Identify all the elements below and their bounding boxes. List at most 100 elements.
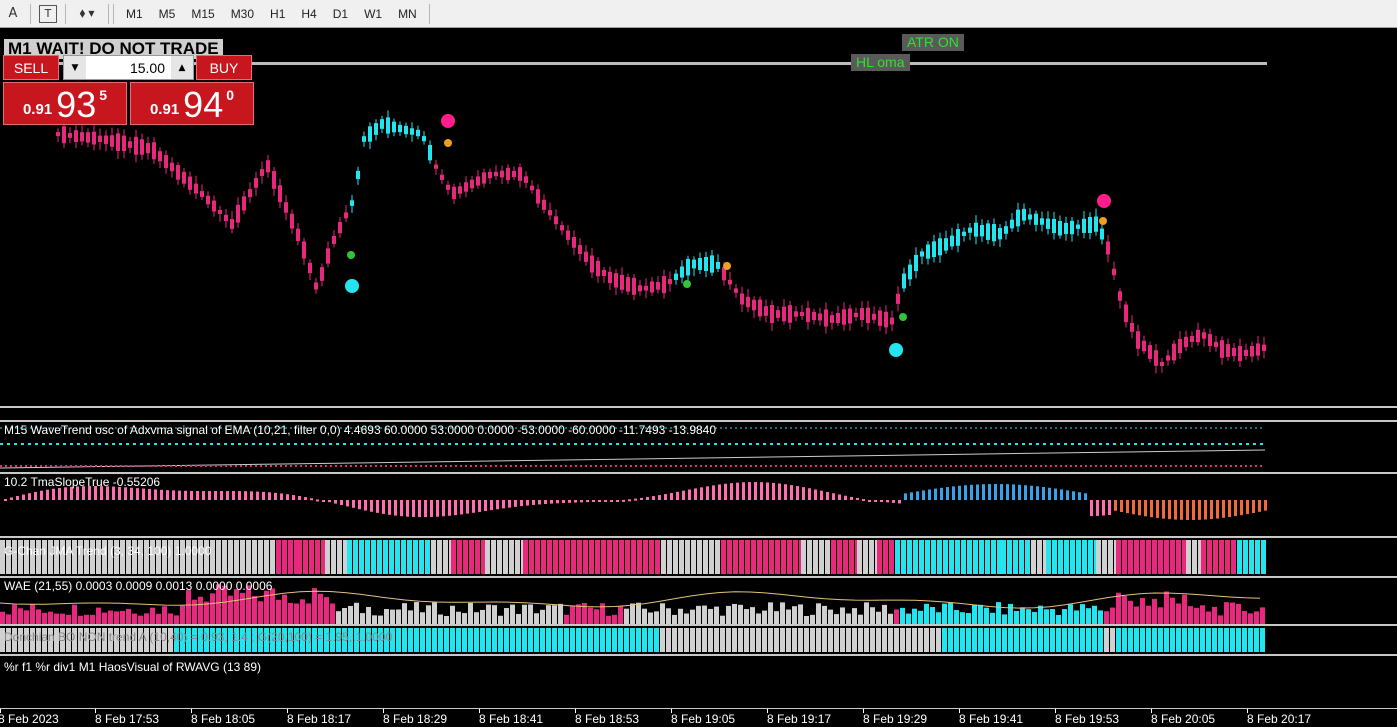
wae-bar	[1254, 611, 1259, 624]
tma-bar	[484, 500, 487, 512]
tma-bar	[1048, 487, 1051, 500]
wae-bar	[360, 613, 365, 624]
candle-body	[146, 143, 150, 154]
timeframe-m5[interactable]: M5	[151, 2, 184, 26]
tma-bar	[454, 500, 457, 516]
wae-bar	[234, 589, 239, 624]
timeframe-w1[interactable]: W1	[356, 2, 390, 26]
tma-bar	[940, 487, 943, 500]
buy-button[interactable]: BUY	[196, 55, 252, 80]
tma-bar	[448, 500, 451, 516]
jma-bar	[1064, 540, 1069, 574]
jma-bar	[503, 540, 508, 574]
timeframe-h1[interactable]: H1	[262, 2, 293, 26]
wae-bar	[798, 604, 803, 624]
donchian-bar	[1254, 628, 1259, 652]
wae-bar	[1176, 603, 1181, 624]
donchian-bar	[516, 628, 521, 652]
timeframe-m30[interactable]: M30	[223, 2, 262, 26]
candle-body	[350, 200, 354, 206]
jma-bar	[1108, 540, 1113, 574]
atr-on-tag[interactable]: ATR ON	[902, 34, 964, 51]
wae-bar	[702, 605, 707, 624]
time-tick	[0, 709, 1, 713]
jma-trend-window[interactable]: G-Chan JMA Trend (3, 34, 100) 1.0000	[0, 536, 1397, 576]
donchian-bar	[1176, 628, 1181, 652]
tma-bar	[256, 491, 259, 500]
candle-body	[62, 126, 66, 144]
donchian-bar	[1218, 628, 1223, 652]
tma-bar	[826, 491, 829, 500]
jma-bar	[315, 540, 320, 574]
timeframe-m15[interactable]: M15	[183, 2, 222, 26]
wavetrend-window[interactable]: M15 WaveTrend osc of Adxvma signal of EM…	[0, 420, 1397, 472]
timeframe-mn[interactable]: MN	[390, 2, 425, 26]
text-label-icon[interactable]: T	[39, 4, 57, 23]
timeframe-d1[interactable]: D1	[325, 2, 356, 26]
candle-body	[518, 167, 522, 181]
wae-bar	[858, 614, 863, 624]
chevron-down-icon[interactable]: ▼	[64, 56, 86, 79]
wae-bar	[960, 612, 965, 624]
tma-bar	[232, 491, 235, 500]
tma-slope-window[interactable]: 10.2 TmaSlopeTrue -0.55206	[0, 472, 1397, 536]
wae-bar	[318, 593, 323, 624]
donchian-bar	[456, 628, 461, 652]
chevron-up-icon[interactable]: ▲	[171, 56, 193, 79]
wae-window[interactable]: WAE (21,55) 0.0003 0.0009 0.0013 0.0000 …	[0, 576, 1397, 624]
candle-body	[686, 258, 690, 276]
wae-bar	[792, 606, 797, 624]
candle-body	[536, 189, 540, 204]
jma-bar	[583, 540, 588, 574]
candle-body	[908, 264, 912, 280]
wae-bar	[612, 614, 617, 624]
timeframe-h4[interactable]: H4	[293, 2, 324, 26]
quantity-value[interactable]: 15.00	[86, 60, 171, 76]
wae-bar	[660, 603, 665, 624]
donchian-bar	[426, 628, 431, 652]
tma-bar	[208, 491, 211, 500]
donchian-bar	[972, 628, 977, 652]
donchian-bar	[750, 628, 755, 652]
jma-bar	[637, 540, 642, 574]
wae-bar	[288, 602, 293, 624]
candle-body	[1148, 345, 1152, 359]
sell-price[interactable]: 0.91 93 5	[3, 82, 127, 125]
shapes-icon[interactable]: ⬧ ▼	[70, 2, 104, 26]
wae-bar	[588, 607, 593, 624]
jma-bar	[787, 540, 792, 574]
jma-bar	[1146, 540, 1151, 574]
wae-bar	[186, 590, 191, 624]
sell-button[interactable]: SELL	[3, 55, 59, 80]
candle-body	[1184, 336, 1188, 348]
wae-bar	[162, 606, 167, 624]
donchian-bar	[792, 628, 797, 652]
wae-bar	[762, 610, 767, 624]
timeframe-m1[interactable]: M1	[118, 2, 151, 26]
donchian-window[interactable]: Donchian BO NON trend A (10,40) = 0.93, …	[0, 624, 1397, 654]
buy-price[interactable]: 0.91 94 0	[130, 82, 254, 125]
jma-bar	[303, 540, 308, 574]
time-tick	[191, 709, 192, 713]
candle-body	[584, 251, 588, 262]
tma-bar	[1186, 500, 1189, 520]
text-a-icon[interactable]: A	[0, 2, 26, 26]
donchian-bar	[816, 628, 821, 652]
haos-visual-window[interactable]: %r f1 %r div1 M1 HaosVisual of RWAVG (13…	[0, 654, 1397, 708]
donchian-bar	[954, 628, 959, 652]
hl-oma-tag[interactable]: HL oma	[851, 54, 910, 71]
donchian-bar	[714, 628, 719, 652]
donchian-bar	[474, 628, 479, 652]
tma-bar	[196, 490, 199, 500]
wae-bar	[30, 603, 35, 624]
wae-bar	[1212, 606, 1217, 624]
jma-bar	[807, 540, 812, 574]
quantity-stepper[interactable]: ▼ 15.00 ▲	[63, 55, 194, 80]
main-chart[interactable]: M1 WAIT! DO NOT TRADE ATR ON HL oma SELL…	[0, 29, 1397, 406]
wae-bar	[132, 613, 137, 624]
candle-body	[1172, 343, 1176, 361]
tma-bar	[34, 491, 37, 500]
wae-bar	[756, 613, 761, 624]
time-tick	[383, 709, 384, 713]
wae-bar	[1002, 614, 1007, 624]
